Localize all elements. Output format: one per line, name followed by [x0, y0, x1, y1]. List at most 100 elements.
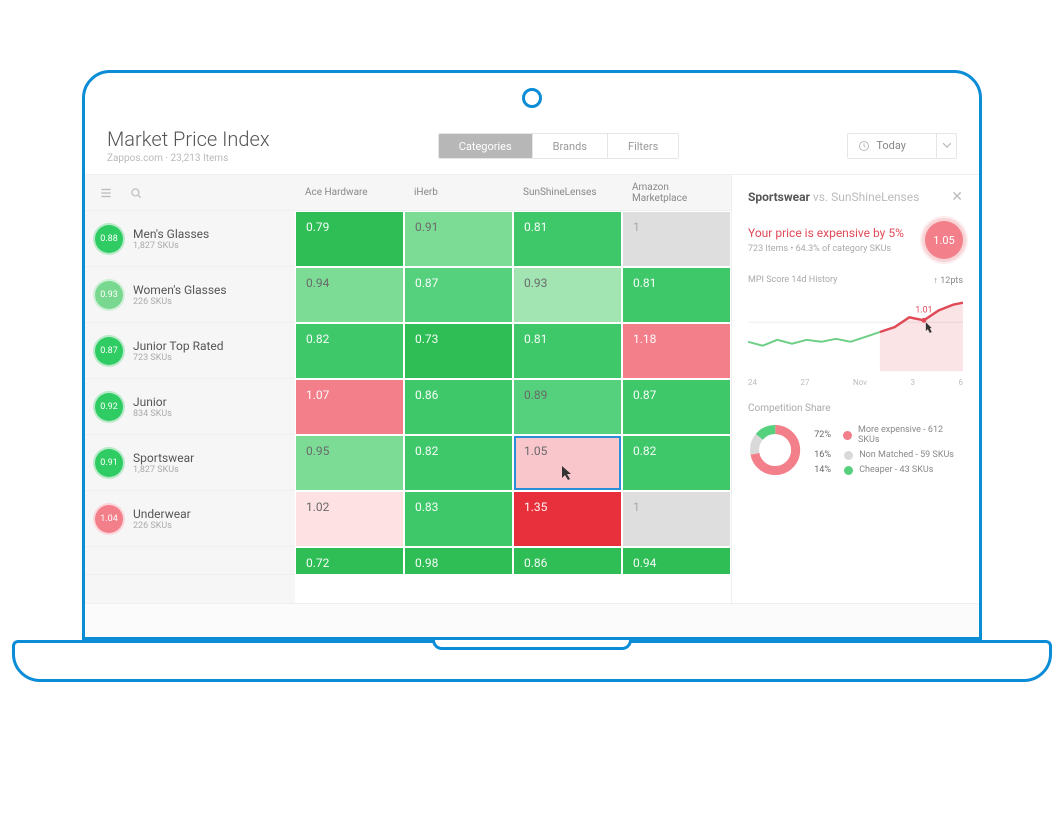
topbar: Market Price Index Zappos.com · 23,213 I… — [85, 113, 979, 174]
heatmap-cell[interactable]: 0.87 — [405, 268, 512, 322]
view-tabs: Categories Brands Filters — [438, 133, 680, 159]
heatmap-cell[interactable]: 1 — [623, 492, 730, 546]
panel-header: Sportswear vs. SunShineLenses ✕ — [748, 189, 963, 205]
heatmap-cell[interactable]: 1.07 — [296, 380, 403, 434]
heatmap-cell[interactable]: 0.81 — [623, 268, 730, 322]
category-row[interactable]: 0.93Women's Glasses226 SKUs — [85, 267, 295, 323]
heatmap-cell[interactable]: 0.81 — [514, 212, 621, 266]
column-header[interactable]: SunShineLenses — [513, 175, 622, 210]
matrix-row: 0.950.821.050.82 — [295, 435, 731, 491]
date-picker[interactable]: Today — [847, 133, 957, 159]
matrix-row: 0.940.870.930.81 — [295, 267, 731, 323]
heatmap-cell[interactable]: 0.83 — [405, 492, 512, 546]
tab-filters[interactable]: Filters — [607, 134, 678, 158]
title-block: Market Price Index Zappos.com · 23,213 I… — [107, 127, 270, 164]
score-pill: 0.92 — [95, 393, 123, 421]
history-x-axis: 24 27 Nov 3 6 — [748, 378, 963, 387]
menu-icon[interactable] — [99, 186, 113, 200]
heatmap-cell[interactable]: 0.82 — [296, 324, 403, 378]
svg-text:1.01: 1.01 — [915, 305, 932, 315]
matrix-row: 1.070.860.890.87 — [295, 379, 731, 435]
score-badge: 1.05 — [925, 221, 963, 259]
category-sku-count: 226 SKUs — [133, 521, 191, 531]
category-name: Underwear — [133, 507, 191, 521]
legend-item: 16%Non Matched - 59 SKUs — [814, 450, 963, 460]
score-pill: 0.87 — [95, 337, 123, 365]
category-sku-count: 723 SKUs — [133, 353, 224, 363]
heatmap-cell[interactable]: 0.87 — [623, 380, 730, 434]
category-row[interactable]: 1.04 Underwear226 SKUs — [85, 491, 295, 547]
heatmap-cell[interactable]: 1.02 — [296, 492, 403, 546]
camera-icon — [522, 88, 542, 108]
column-header[interactable]: Amazon Marketplace — [622, 175, 731, 210]
category-row[interactable]: 0.91Sportswear1,827 SKUs — [85, 435, 295, 491]
matrix-row: 0.820.730.811.18 — [295, 323, 731, 379]
score-pill: 0.91 — [95, 449, 123, 477]
heatmap-cell[interactable]: 1.05 — [514, 436, 621, 490]
category-row[interactable]: 0.88 Men's Glasses1,827 SKUs — [85, 211, 295, 267]
footer — [85, 603, 979, 637]
category-name: Men's Glasses — [133, 227, 209, 241]
screen: Market Price Index Zappos.com · 23,213 I… — [82, 70, 982, 640]
heatmap-cell[interactable]: 0.86 — [405, 380, 512, 434]
heatmap-cell[interactable]: 1 — [623, 212, 730, 266]
chevron-down-icon[interactable] — [936, 134, 956, 158]
heatmap-cell[interactable]: 0.79 — [296, 212, 403, 266]
category-row[interactable]: 0.92 Junior834 SKUs — [85, 379, 295, 435]
category-sku-count: 834 SKUs — [133, 409, 172, 419]
competition-share: Competition Share 72%More expensive - 61… — [748, 403, 963, 478]
legend-item: 14%Cheaper - 43 SKUs — [814, 465, 963, 475]
heatmap-grid: 0.88Men's Glasses1,827 SKUs0.93Women's G… — [85, 175, 731, 603]
close-icon[interactable]: ✕ — [951, 189, 963, 205]
category-sku-count: 1,827 SKUs — [133, 465, 194, 475]
page-title: Market Price Index — [107, 127, 270, 151]
heatmap-cell[interactable]: 0.98 — [405, 548, 512, 574]
column-header[interactable]: iHerb — [404, 175, 513, 210]
category-name: Junior — [133, 395, 172, 409]
heatmap-cell[interactable]: 0.91 — [405, 212, 512, 266]
tab-categories[interactable]: Categories — [439, 134, 532, 158]
score-pill: 0.93 — [95, 281, 123, 309]
score-pill: 0.88 — [95, 225, 123, 253]
heatmap-cell[interactable]: 1.18 — [623, 324, 730, 378]
category-name: Women's Glasses — [133, 283, 227, 297]
page-subtitle: Zappos.com · 23,213 Items — [107, 153, 270, 164]
heatmap-cell[interactable]: 0.93 — [514, 268, 621, 322]
content: 0.88Men's Glasses1,827 SKUs0.93Women's G… — [85, 174, 979, 603]
dot-icon — [844, 466, 853, 475]
score-pill: 1.04 — [95, 505, 123, 533]
heatmap-cell[interactable]: 0.94 — [296, 268, 403, 322]
alert-message: Your price is expensive by 5% — [748, 226, 904, 240]
heatmap-cell[interactable]: 0.81 — [514, 324, 621, 378]
heatmap-cell[interactable]: 0.82 — [405, 436, 512, 490]
heatmap-cell[interactable]: 0.72 — [296, 548, 403, 574]
category-name: Junior Top Rated — [133, 339, 224, 353]
search-icon[interactable] — [129, 186, 143, 200]
laptop-notch — [432, 640, 632, 650]
clock-icon — [858, 140, 870, 152]
heatmap-cell[interactable]: 1.35 — [514, 492, 621, 546]
panel-title: Sportswear vs. SunShineLenses — [748, 190, 919, 204]
competition-legend: 72%More expensive - 612 SKUs 16%Non Matc… — [814, 425, 963, 475]
detail-panel: Sportswear vs. SunShineLenses ✕ Your pri… — [731, 175, 979, 603]
matrix-row: 0.720.980.860.94 — [295, 547, 731, 575]
heatmap-cell[interactable]: 0.73 — [405, 324, 512, 378]
category-sku-count: 1,827 SKUs — [133, 241, 209, 251]
app: Market Price Index Zappos.com · 23,213 I… — [85, 113, 979, 637]
column-header[interactable]: Ace Hardware — [295, 175, 404, 210]
heatmap-cell[interactable]: 0.95 — [296, 436, 403, 490]
heatmap-cell[interactable]: 0.82 — [623, 436, 730, 490]
heatmap-cell[interactable]: 0.89 — [514, 380, 621, 434]
matrix: Ace Hardware iHerb SunShineLenses Amazon… — [295, 175, 731, 603]
laptop-frame: Market Price Index Zappos.com · 23,213 I… — [0, 0, 1064, 840]
tab-brands[interactable]: Brands — [532, 134, 607, 158]
category-row[interactable] — [85, 547, 295, 575]
heatmap-cell[interactable]: 0.94 — [623, 548, 730, 574]
dot-icon — [844, 451, 853, 460]
dot-icon — [843, 431, 852, 440]
sparkline-chart: 1.01 — [748, 292, 963, 372]
row-labels: 0.88Men's Glasses1,827 SKUs0.93Women's G… — [85, 175, 295, 603]
heatmap-cell[interactable]: 0.86 — [514, 548, 621, 574]
alert-meta: 723 Items • 64.3% of category SKUs — [748, 244, 904, 254]
category-row[interactable]: 0.87 Junior Top Rated723 SKUs — [85, 323, 295, 379]
